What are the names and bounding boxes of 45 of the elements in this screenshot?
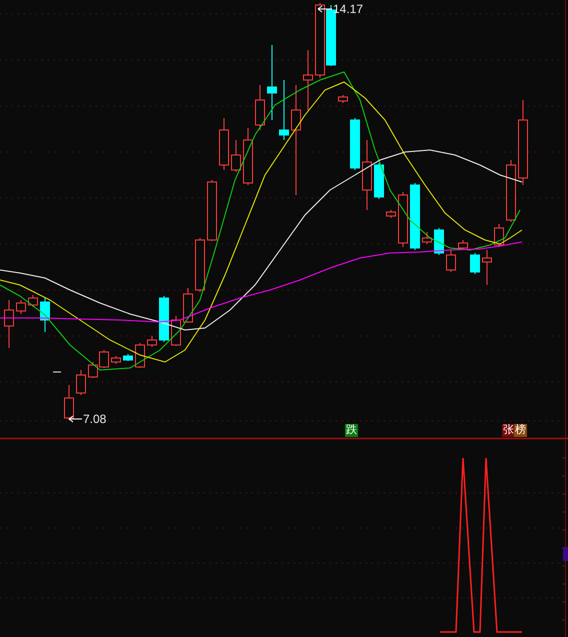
candlestick (16, 300, 26, 314)
candlestick (422, 232, 432, 244)
candlestick (28, 294, 38, 308)
signal-tag: 榜 (514, 424, 527, 437)
candlestick (255, 84, 265, 130)
candlestick (338, 94, 348, 104)
candlestick (88, 362, 98, 378)
candlestick (362, 140, 372, 210)
candlestick (219, 118, 229, 170)
price-label: 14.17 (333, 2, 364, 16)
candlestick (64, 384, 74, 420)
candlestick (147, 336, 157, 348)
candlestick (111, 356, 121, 364)
arrow-icon (318, 6, 332, 12)
candlestick (458, 240, 468, 250)
candlestick (183, 288, 193, 324)
candlestick (123, 354, 133, 362)
axis-marker (563, 547, 568, 561)
candlestick (434, 228, 444, 256)
candlestick (506, 160, 516, 222)
candlestick (76, 370, 86, 396)
arrow-icon (68, 416, 82, 422)
candlestick (494, 224, 504, 248)
candlestick (398, 192, 408, 248)
candlestick (279, 80, 289, 140)
candlestick (195, 238, 205, 292)
candlestick (446, 250, 456, 272)
signal-tag: 跌 (345, 424, 358, 437)
candlestick (303, 50, 313, 110)
candlestick (40, 298, 50, 332)
candlestick (350, 118, 360, 170)
candlestick (159, 296, 169, 342)
candlestick (207, 180, 217, 242)
signal-tag: 张 (502, 424, 515, 437)
candlestick (482, 250, 492, 286)
candlestick (135, 342, 145, 368)
candlestick (374, 162, 384, 200)
candlestick (386, 210, 396, 218)
candlestick (231, 140, 241, 172)
candlestick (243, 128, 253, 186)
price-label: 7.08 (83, 412, 106, 426)
candlestick (410, 182, 420, 250)
candlestick (470, 252, 480, 274)
candlestick (99, 350, 109, 368)
candlestick (4, 300, 14, 348)
